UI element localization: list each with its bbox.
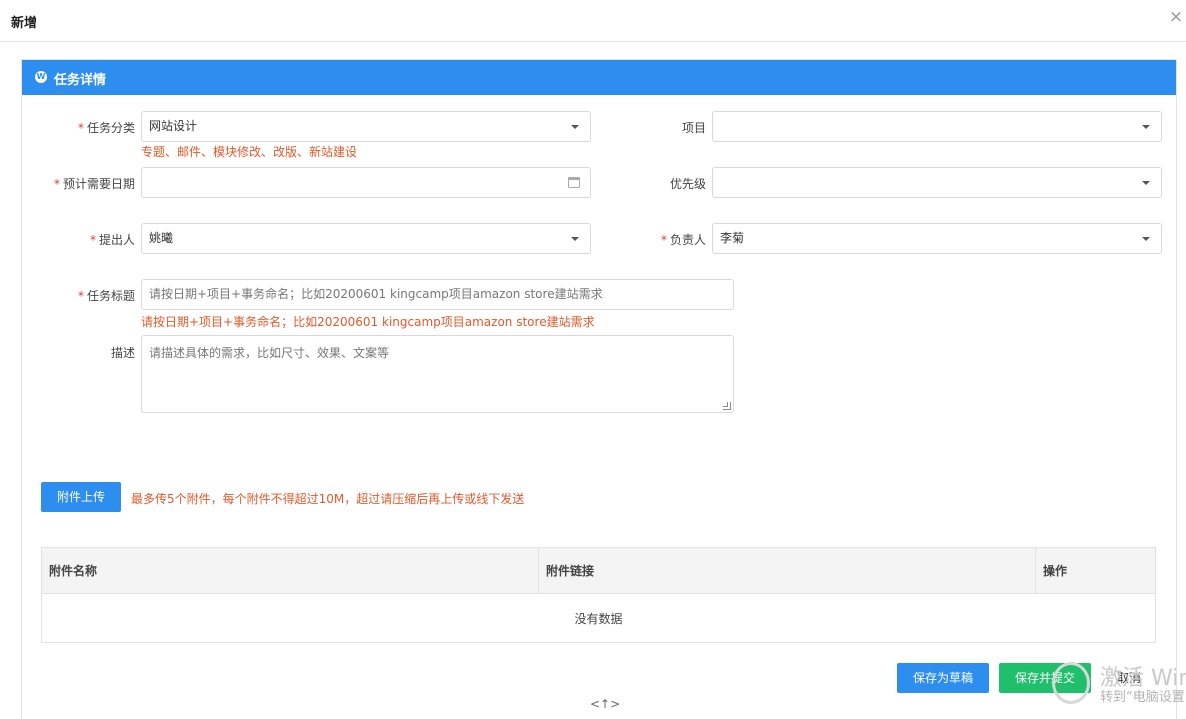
table-header-row: 附件名称 附件链接 操作 (41, 547, 1156, 594)
upload-attachment-button[interactable]: 附件上传 (41, 482, 121, 512)
description-placeholder: 请描述具体的需求，比如尺寸、效果、文案等 (149, 346, 390, 360)
description-textarea[interactable]: 请描述具体的需求，比如尺寸、效果、文案等 (141, 335, 734, 413)
project-label: 项目 (681, 121, 706, 135)
column-header-actions[interactable]: 操作 (1035, 547, 1156, 594)
owner-select[interactable]: 李菊 (712, 223, 1162, 254)
dialog-title: 新增 (11, 16, 38, 31)
panel-title: 任务详情 (54, 73, 107, 88)
task-category-value: 网站设计 (149, 119, 198, 133)
upload-hint: 最多传5个附件，每个附件不得超过10M，超过请压缩后再上传或线下发送 (131, 492, 525, 506)
column-header-link[interactable]: 附件链接 (538, 547, 1036, 594)
calendar-icon[interactable] (568, 177, 580, 188)
description-label: 描述 (110, 346, 135, 360)
attachments-table: 附件名称 附件链接 操作 没有数据 (41, 547, 1156, 643)
owner-value: 李菊 (720, 231, 745, 245)
task-category-label: * 任务分类 (77, 121, 135, 135)
save-draft-button[interactable]: 保存为草稿 (897, 663, 989, 693)
task-title-label: * 任务标题 (77, 289, 135, 303)
empty-state: 没有数据 (41, 593, 1156, 643)
chevron-down-icon (571, 237, 579, 241)
activation-watermark: 激活 Win 转到“电脑设置 (1048, 658, 1186, 709)
chevron-down-icon (571, 125, 579, 129)
watermark-line2: 转到“电脑设置 (1100, 690, 1185, 705)
priority-select[interactable] (712, 167, 1162, 198)
table-row: 没有数据 (41, 593, 1156, 643)
task-title-hint: 请按日期+项目+事务命名；比如20200601 kingcamp项目amazon… (141, 315, 595, 329)
chevron-down-icon (1142, 125, 1150, 129)
expected-date-label: * 预计需要日期 (53, 177, 135, 191)
close-icon[interactable]: × (1168, 9, 1184, 26)
project-select[interactable] (712, 111, 1162, 142)
priority-label: 优先级 (669, 177, 706, 191)
chevron-down-icon (1142, 181, 1150, 185)
resize-handle[interactable] (723, 402, 731, 410)
task-title-input[interactable]: 请按日期+项目+事务命名；比如20200601 kingcamp项目amazon… (141, 279, 734, 310)
new-dialog: 新增 × W 任务详情 * 任务分类 网站设计 专题、邮件、模块修改、改版、新站建… (0, 0, 1186, 719)
key-icon (1052, 662, 1090, 704)
task-category-select[interactable]: 网站设计 (141, 111, 591, 142)
chevron-down-icon (1142, 237, 1150, 241)
owner-label: * 负责人 (660, 233, 706, 247)
proposer-label: * 提出人 (89, 233, 135, 247)
task-category-hint: 专题、邮件、模块修改、改版、新站建设 (141, 145, 358, 159)
proposer-value: 姚曦 (149, 231, 174, 245)
column-header-name[interactable]: 附件名称 (41, 547, 539, 594)
panel-header: W 任务详情 (22, 60, 1176, 95)
dialog-header: 新增 × (0, 0, 1186, 42)
expected-date-picker[interactable] (141, 167, 591, 198)
proposer-select[interactable]: 姚曦 (141, 223, 591, 254)
wordpress-icon: W (35, 71, 47, 83)
task-title-placeholder: 请按日期+项目+事务命名；比如20200601 kingcamp项目amazon… (149, 287, 603, 301)
